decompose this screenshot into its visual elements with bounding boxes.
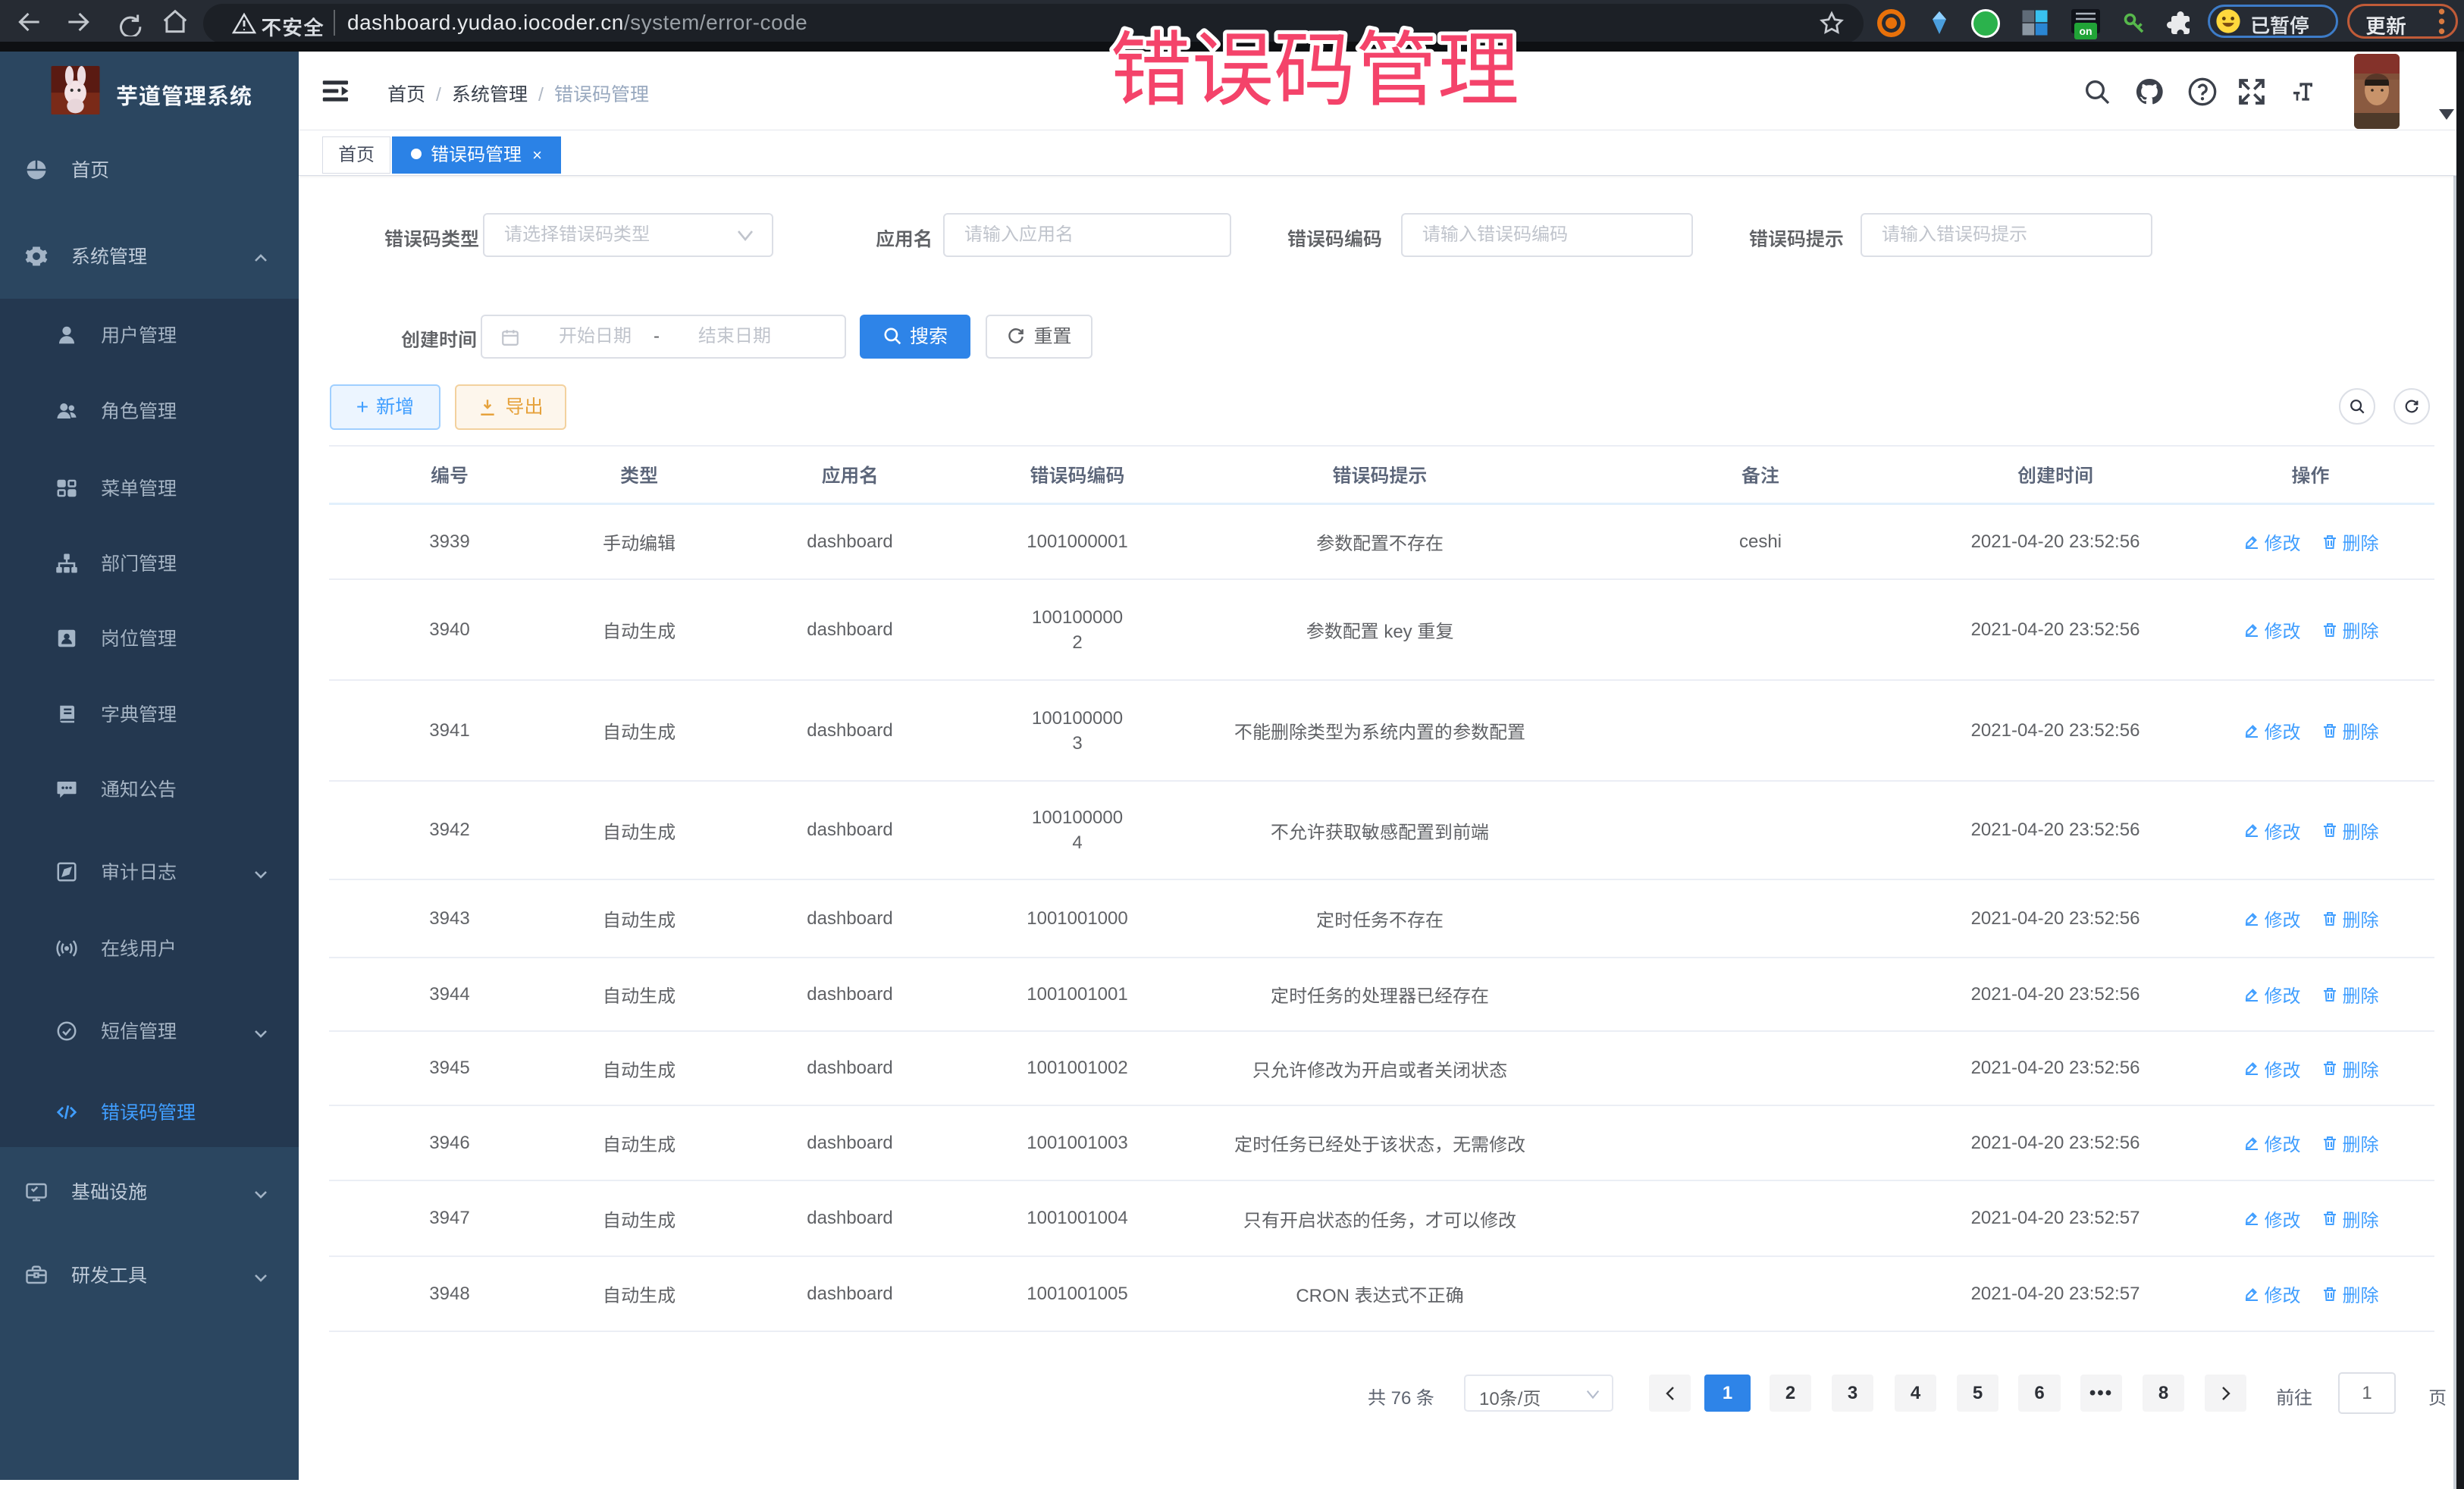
svg-text:错误码管理: 错误码管理	[1110, 24, 1519, 116]
